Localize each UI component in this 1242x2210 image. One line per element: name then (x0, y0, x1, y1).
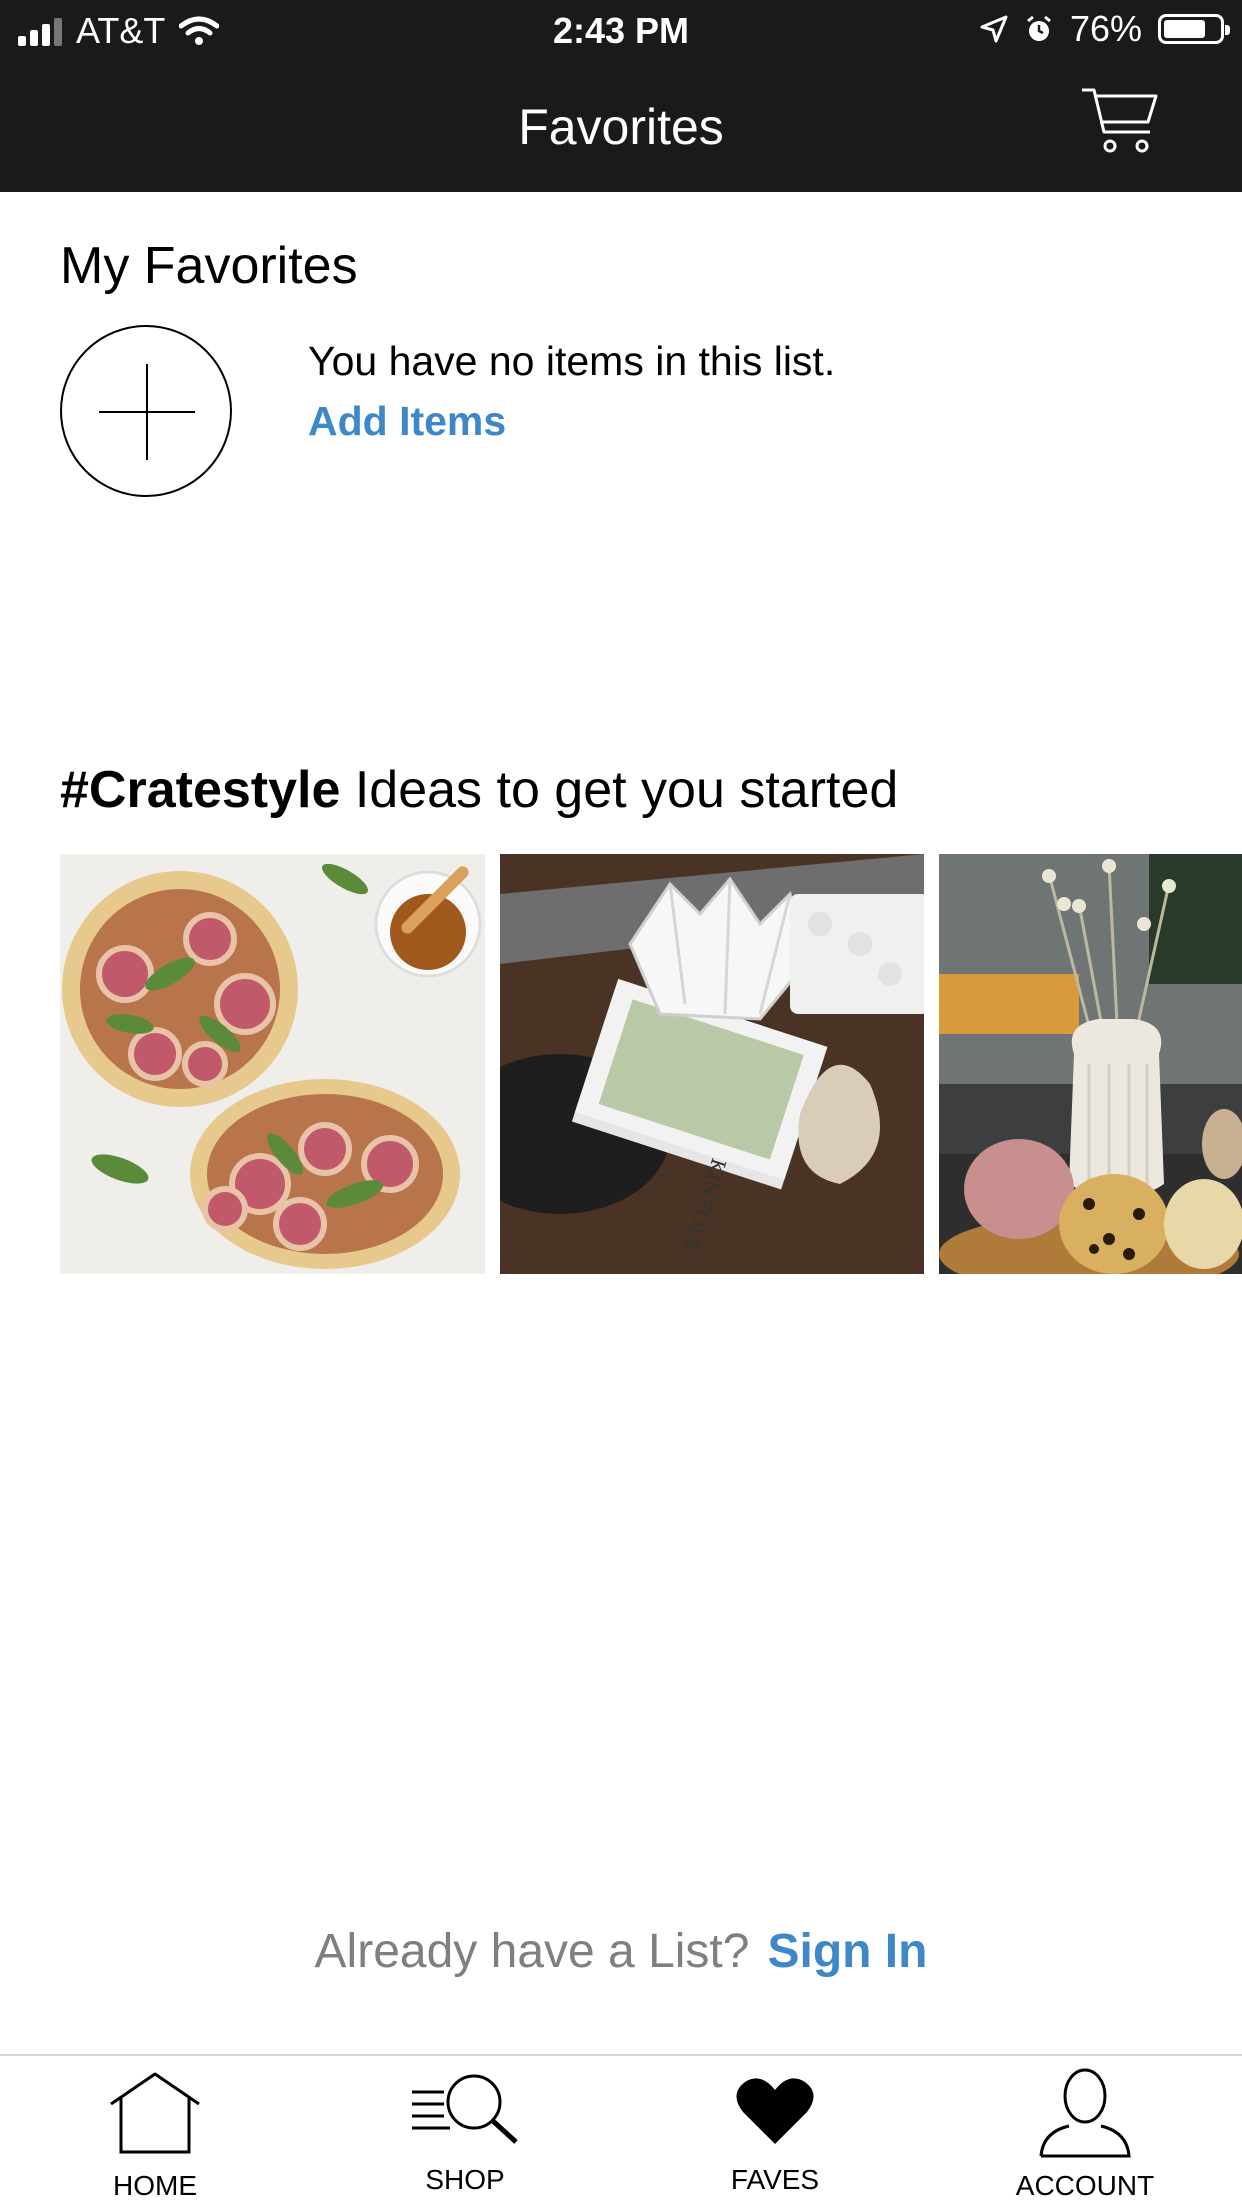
location-icon (980, 15, 1008, 43)
vase-pumpkins-image[interactable] (939, 854, 1242, 1274)
tab-faves[interactable]: FAVES (620, 2056, 930, 2210)
tab-shop-label: SHOP (425, 2164, 505, 2195)
top-bar: AT&T 2:43 PM 76% Favorites (0, 0, 1242, 192)
tab-account-label: ACCOUNT (1015, 2170, 1155, 2201)
battery-fill (1164, 20, 1206, 38)
shop-search-icon (412, 2074, 518, 2144)
tab-account[interactable]: ACCOUNT (930, 2056, 1240, 2210)
add-items-link[interactable]: Add Items (308, 398, 506, 445)
tab-shop[interactable]: SHOP (310, 2056, 620, 2210)
status-bar: AT&T 2:43 PM 76% (0, 0, 1242, 62)
ideas-heading-text: Ideas to get you started (340, 761, 899, 819)
page-title: Favorites (518, 99, 724, 155)
ideas-hashtag: #Cratestyle (60, 761, 341, 819)
tab-home[interactable]: HOME (0, 2056, 310, 2210)
signin-question: Already have a List? (314, 1925, 750, 1978)
plus-circle-icon[interactable] (60, 325, 232, 497)
signin-row: Already have a List? Sign In (0, 1924, 1242, 1979)
heart-icon (736, 2078, 814, 2144)
tab-faves-label: FAVES (730, 2164, 820, 2195)
my-favorites-title: My Favorites (60, 237, 358, 295)
ideas-heading: #Cratestyle Ideas to get you started (60, 760, 898, 820)
alarm-icon (1027, 15, 1051, 41)
tab-bar: HOME SHOP FAVES ACCOUNT (0, 2054, 1242, 2210)
sign-in-link[interactable]: Sign In (767, 1925, 927, 1978)
battery-icon (1158, 14, 1230, 44)
vase-books-table-image[interactable]: KINFOLK (500, 854, 924, 1274)
status-right: 76% (980, 8, 1230, 50)
home-icon (110, 2072, 200, 2154)
cart-icon[interactable] (1080, 86, 1160, 156)
account-icon (1039, 2068, 1131, 2158)
tab-home-label: HOME (113, 2170, 197, 2201)
battery-percent: 76% (1069, 8, 1142, 49)
empty-list-message: You have no items in this list. (308, 338, 836, 384)
fig-flatbread-image[interactable] (60, 854, 485, 1274)
